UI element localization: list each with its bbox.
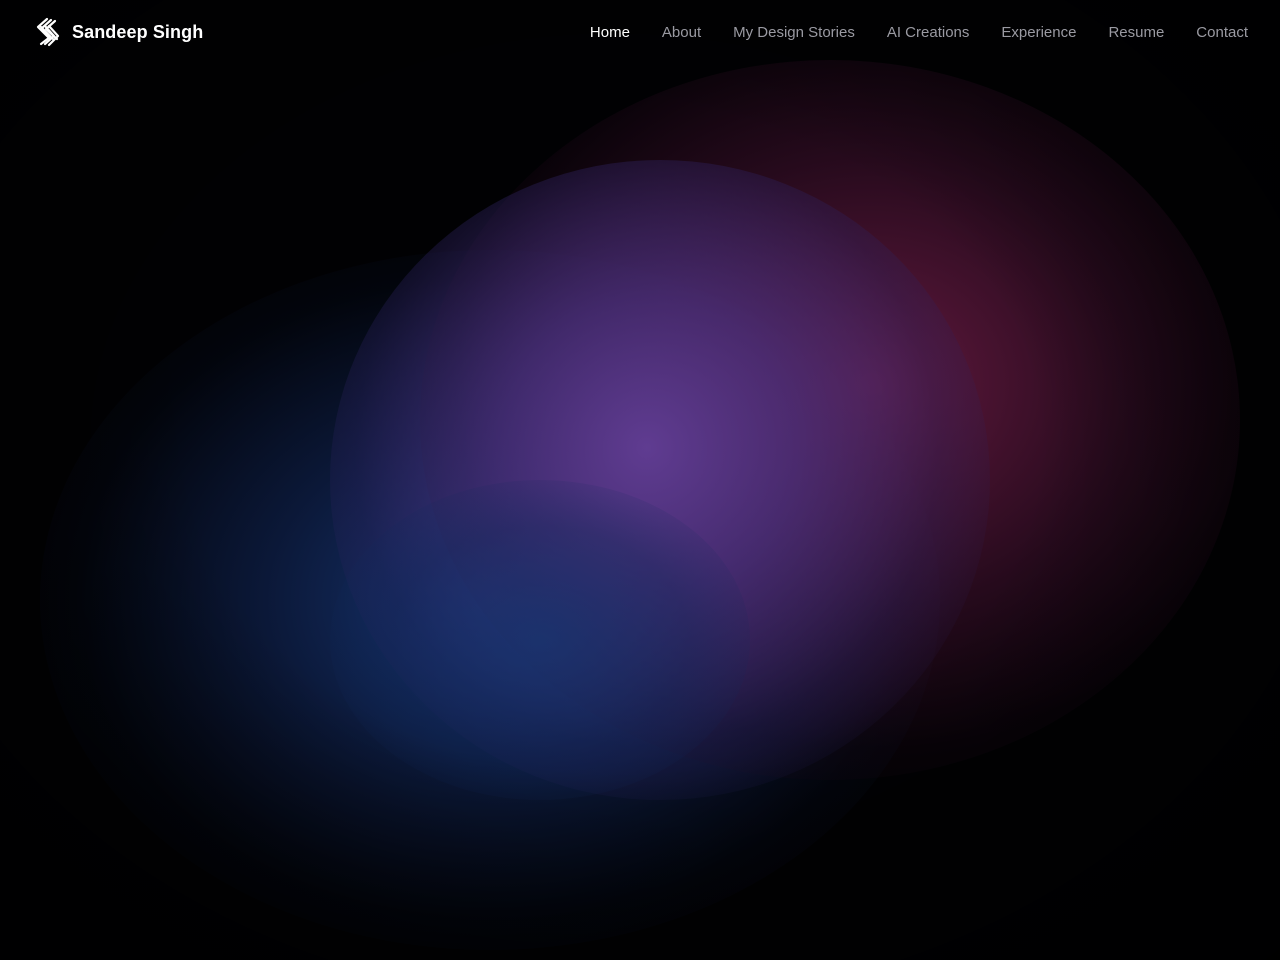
nav-link-about[interactable]: About xyxy=(662,24,701,41)
nav-link-ai-creations[interactable]: AI Creations xyxy=(887,24,970,41)
nav-link-contact[interactable]: Contact xyxy=(1196,24,1248,41)
brand-home-link[interactable]: Sandeep Singh xyxy=(34,17,203,47)
s-stripes-logo-icon xyxy=(36,17,60,47)
nav-link-resume[interactable]: Resume xyxy=(1108,24,1164,41)
gradient-vignette xyxy=(0,0,1280,960)
brand-name: Sandeep Singh xyxy=(72,21,204,42)
main-navigation: Home About My Design Stories AI Creation… xyxy=(590,24,1248,41)
nav-link-my-design-stories[interactable]: My Design Stories xyxy=(733,24,855,41)
nav-link-home[interactable]: Home xyxy=(590,24,630,41)
nav-link-experience[interactable]: Experience xyxy=(1001,24,1076,41)
hero-gradient-background xyxy=(0,0,1280,960)
top-navbar: Sandeep Singh Home About My Design Stori… xyxy=(0,0,1280,64)
